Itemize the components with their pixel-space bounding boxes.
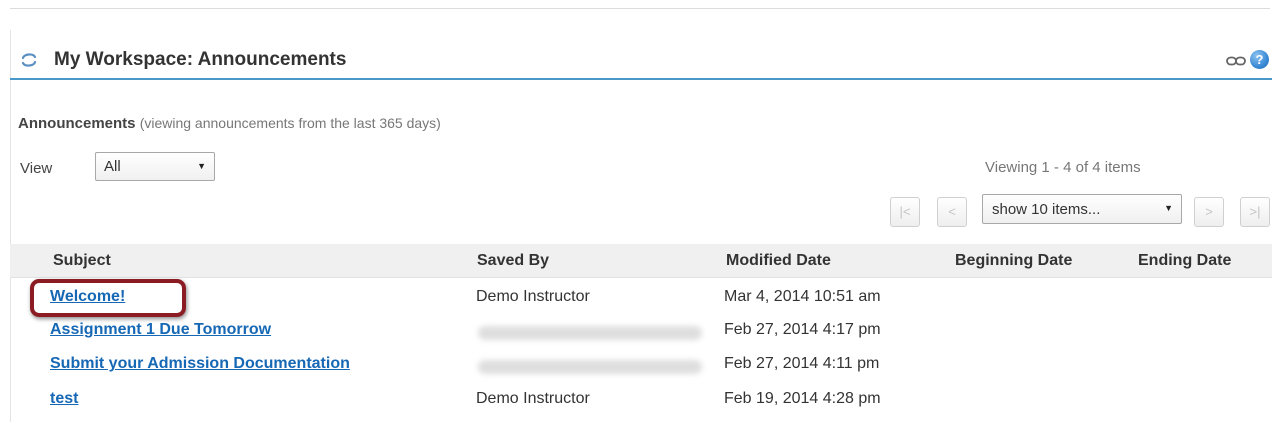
announcement-link[interactable]: test (50, 390, 78, 408)
viewing-count: Viewing 1 - 4 of 4 items (985, 159, 1141, 176)
help-icon[interactable]: ? (1250, 50, 1269, 69)
top-divider (10, 8, 1270, 9)
link-icon[interactable] (1226, 56, 1246, 66)
modified-date-cell: Feb 19, 2014 4:28 pm (724, 390, 881, 407)
column-header-beginning-date[interactable]: Beginning Date (955, 252, 1072, 270)
column-header-modified-date[interactable]: Modified Date (726, 252, 831, 270)
table-header: Subject Saved By Modified Date Beginning… (10, 244, 1272, 278)
page-title: My Workspace: Announcements (54, 49, 347, 70)
table-row: test Demo Instructor Feb 19, 2014 4:28 p… (10, 383, 1272, 417)
redacted-saved-by (478, 326, 702, 340)
modified-date-cell: Feb 27, 2014 4:11 pm (724, 355, 880, 372)
highlight-annotation (30, 279, 186, 317)
previous-page-button[interactable]: < (937, 197, 967, 227)
saved-by-cell: Demo Instructor (476, 288, 590, 305)
section-note: (viewing announcements from the last 365… (139, 115, 441, 131)
modified-date-cell: Mar 4, 2014 10:51 am (724, 288, 881, 305)
redacted-saved-by (478, 360, 702, 374)
modified-date-cell: Feb 27, 2014 4:17 pm (724, 321, 881, 338)
announcement-link[interactable]: Submit your Admission Documentation (50, 355, 350, 373)
table-row: Submit your Admission Documentation Feb … (10, 348, 1272, 382)
chevron-down-icon: ▼ (1164, 203, 1173, 213)
first-page-button[interactable]: |< (890, 197, 920, 227)
saved-by-cell: Demo Instructor (476, 390, 590, 407)
view-select-value: All (104, 158, 121, 175)
view-label: View (20, 160, 53, 177)
section-title: Announcements (18, 115, 136, 132)
table-row: Assignment 1 Due Tomorrow Feb 27, 2014 4… (10, 314, 1272, 348)
section-heading: Announcements (viewing announcements fro… (18, 115, 441, 132)
refresh-icon[interactable] (20, 52, 38, 68)
chevron-down-icon: ▼ (197, 161, 206, 171)
column-header-subject[interactable]: Subject (53, 252, 111, 270)
column-header-saved-by[interactable]: Saved By (477, 252, 549, 270)
column-header-ending-date[interactable]: Ending Date (1138, 252, 1231, 270)
page-size-select[interactable]: show 10 items... ▼ (982, 194, 1182, 224)
last-page-button[interactable]: >| (1240, 197, 1270, 227)
table-row: Welcome! Demo Instructor Mar 4, 2014 10:… (10, 281, 1272, 315)
view-select[interactable]: All ▼ (95, 152, 215, 181)
page-size-value: show 10 items... (992, 201, 1101, 218)
announcement-link[interactable]: Assignment 1 Due Tomorrow (50, 321, 271, 339)
next-page-button[interactable]: > (1194, 197, 1224, 227)
portlet-header: My Workspace: Announcements ? (10, 40, 1272, 80)
